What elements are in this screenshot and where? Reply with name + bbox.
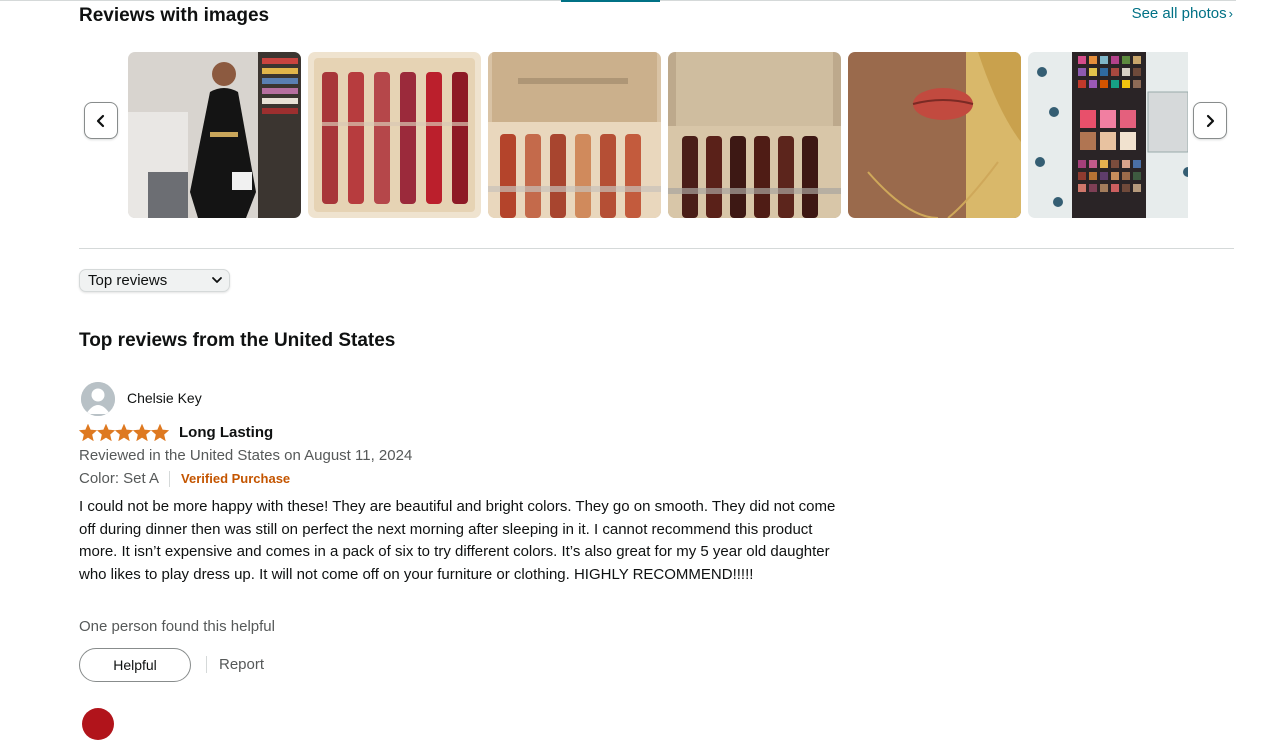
meta-separator bbox=[169, 470, 171, 487]
review-image-thumbnail[interactable] bbox=[668, 52, 841, 218]
review-images-carousel bbox=[128, 52, 1188, 218]
chevron-left-icon bbox=[96, 114, 105, 127]
top-reviews-title: Top reviews from the United States bbox=[79, 330, 396, 351]
default-user-icon bbox=[81, 382, 115, 416]
see-all-chevron-icon: › bbox=[1228, 6, 1233, 21]
review-image-thumbnail[interactable] bbox=[128, 52, 301, 218]
review-image-thumbnail[interactable] bbox=[848, 52, 1021, 218]
next-reviewer-avatar[interactable] bbox=[82, 708, 114, 740]
review-image-thumbnail[interactable] bbox=[488, 52, 661, 218]
star-icon bbox=[97, 424, 115, 441]
helpful-count: One person found this helpful bbox=[79, 618, 275, 635]
section-divider bbox=[79, 248, 1234, 249]
color-variant[interactable]: Color: Set A bbox=[79, 470, 159, 487]
reviewer-name[interactable]: Chelsie Key bbox=[127, 390, 202, 406]
review-image-thumbnail[interactable] bbox=[1028, 52, 1188, 218]
chevron-down-icon bbox=[212, 277, 222, 283]
sort-reviews-dropdown[interactable]: Top reviews bbox=[79, 269, 230, 292]
carousel-next-button[interactable] bbox=[1193, 102, 1227, 139]
review-headline[interactable]: Long Lasting bbox=[179, 424, 273, 441]
star-icon bbox=[133, 424, 151, 441]
avatar[interactable] bbox=[81, 382, 115, 416]
see-all-photos-label: See all photos bbox=[1131, 5, 1227, 22]
report-link[interactable]: Report bbox=[219, 656, 264, 673]
review-meta: Color: Set A Verified Purchase bbox=[79, 470, 290, 487]
review-date: Reviewed in the United States on August … bbox=[79, 447, 413, 464]
helpful-button[interactable]: Helpful bbox=[79, 648, 191, 682]
sort-selected-value: Top reviews bbox=[88, 272, 168, 289]
chevron-right-icon bbox=[1206, 114, 1215, 127]
review-body: I could not be more happy with these! Th… bbox=[79, 498, 836, 583]
star-icon bbox=[115, 424, 133, 441]
active-tab-indicator bbox=[561, 0, 660, 2]
star-rating[interactable] bbox=[79, 424, 169, 441]
review-image-thumbnail[interactable] bbox=[308, 52, 481, 218]
carousel-prev-button[interactable] bbox=[84, 102, 118, 139]
verified-purchase-badge[interactable]: Verified Purchase bbox=[181, 471, 290, 486]
see-all-photos-link[interactable]: See all photos › bbox=[1132, 5, 1233, 22]
star-icon bbox=[79, 424, 97, 441]
star-icon bbox=[151, 424, 169, 441]
report-separator bbox=[206, 656, 207, 673]
reviews-with-images-title: Reviews with images bbox=[79, 5, 270, 26]
